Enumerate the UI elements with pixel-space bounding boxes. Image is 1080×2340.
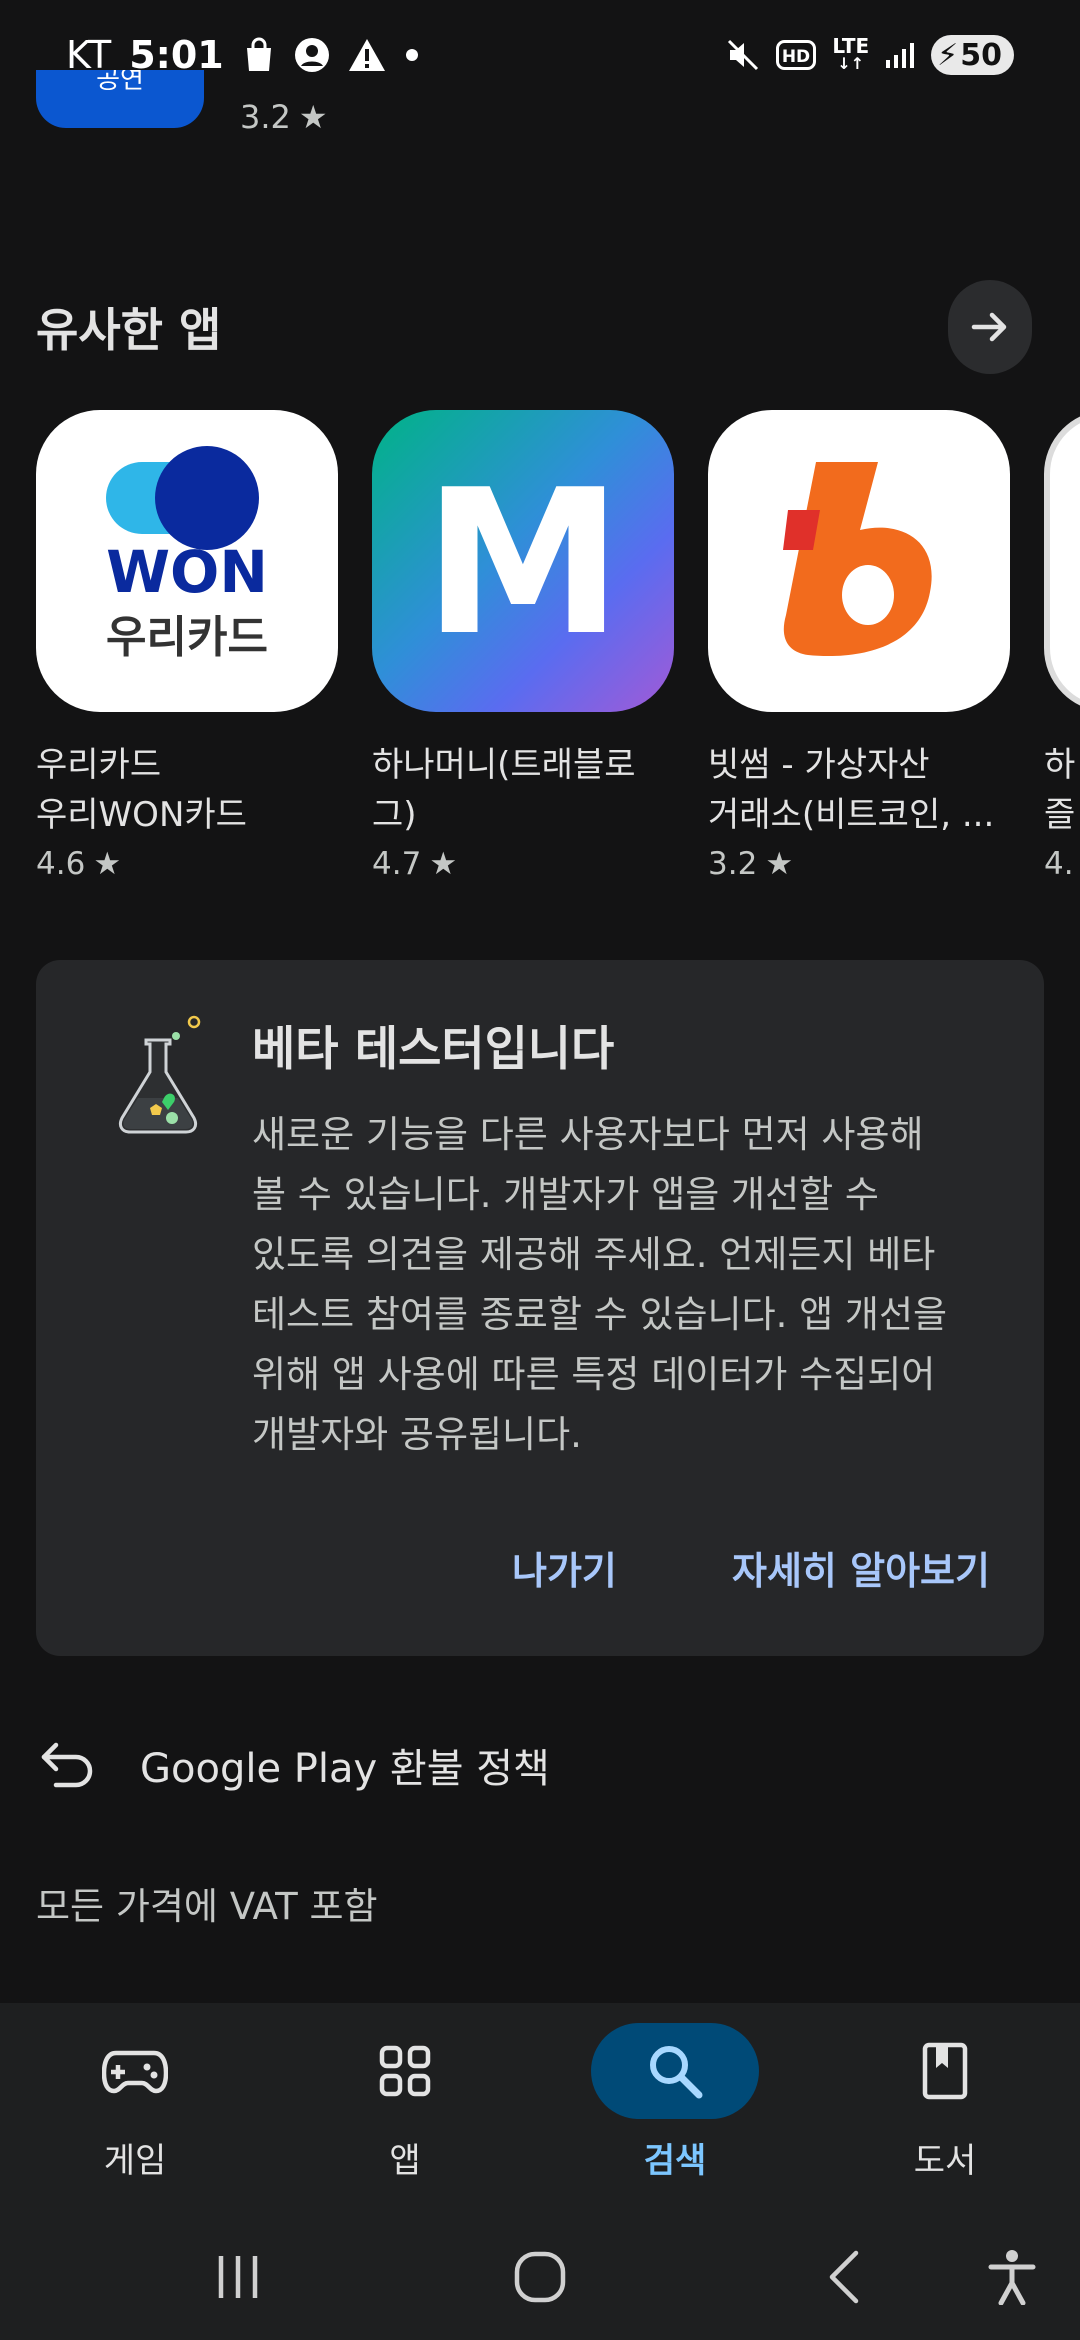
accessibility-button[interactable] [942,2213,1080,2340]
hd-label: HD [782,47,810,67]
more-apps-button[interactable] [948,280,1032,374]
lte-icon: LTE ↓↑ [832,34,870,73]
app-name: 하 즐 [1044,745,1076,835]
nav-label-books: 도서 [913,2141,977,2181]
vat-notice: 모든 가격에 VAT 포함 [36,1885,378,1928]
rating-value: 3.2 [708,846,758,882]
refund-policy-label: Google Play 환불 정책 [140,1746,550,1792]
mute-icon [726,38,760,72]
rating-value: 3.2 [240,98,291,136]
star-icon: ★ [93,846,122,882]
back-icon [829,2250,859,2303]
beta-description: 새로운 기능을 다른 사용자보다 먼저 사용해 볼 수 있습니다. 개발자가 앱… [252,1113,948,1456]
nav-item-books[interactable]: 도서 [810,2003,1080,2213]
partial-app-icon [1044,410,1080,712]
leave-beta-button[interactable]: 나가기 [512,1540,617,1595]
lte-label: LTE [832,34,870,58]
accessibility-icon [988,2249,1036,2305]
app-card-woori[interactable]: WON 우리카드 우리카드 우리WON카드 4.6 ★ [36,410,338,882]
recent-apps-icon [218,2255,258,2298]
beta-title: 베타 테스터입니다 [252,1022,615,1077]
star-icon: ★ [765,846,794,882]
home-icon [514,2251,566,2302]
rating-value: 4. [1044,846,1074,882]
app-name: 우리카드 우리WON카드 [36,745,247,835]
flask-icon [98,1010,218,1140]
hana-money-icon: M [372,410,674,712]
nav-item-search[interactable]: 검색 [540,2003,810,2213]
hana-icon-letter: M [423,447,622,680]
beta-tester-card: 베타 테스터입니다 새로운 기능을 다른 사용자보다 먼저 사용해 볼 수 있습… [36,960,1044,1656]
bottom-navigation: 게임 앱 검색 도서 [0,2003,1080,2213]
app-name: 빗썸 - 가상자산 거래소(비트코인, ... [708,745,995,835]
apps-grid-icon [321,2023,489,2119]
bithumb-icon [708,410,1010,712]
rating-value: 4.6 [36,846,86,882]
app-rating: 4.7 ★ [372,846,674,882]
similar-apps-row: WON 우리카드 우리카드 우리WON카드 4.6 ★ M 하나머니(트래블로 … [36,410,1080,900]
partial-app-item[interactable]: 공연 3.2 ★ [36,70,436,140]
partial-app-rating: 3.2 ★ [240,98,328,136]
star-icon: ★ [298,98,328,136]
arrow-right-icon [971,312,1007,342]
nav-item-games[interactable]: 게임 [0,2003,270,2213]
hd-icon: HD [776,40,817,70]
section-title: 유사한 앱 [36,303,222,357]
app-name: 하나머니(트래블로 그) [372,745,636,835]
nav-label-search: 검색 [643,2141,707,2181]
back-button[interactable] [774,2213,914,2340]
app-rating: 3.2 ★ [708,846,1010,882]
charging-bolt-icon: ⚡ [937,37,959,73]
star-icon: ★ [429,846,458,882]
battery-indicator: ⚡ 50 [931,35,1014,75]
app-card-hana[interactable]: M 하나머니(트래블로 그) 4.7 ★ [372,410,674,882]
home-button[interactable] [470,2213,610,2340]
nav-label-apps: 앱 [389,2141,421,2181]
partial-app-button[interactable]: 공연 [36,70,204,128]
recent-apps-button[interactable] [168,2213,308,2340]
app-rating: 4.6 ★ [36,846,338,882]
signal-icon [885,40,915,70]
data-arrows-icon: ↓↑ [837,54,865,73]
learn-more-button[interactable]: 자세히 알아보기 [732,1540,990,1595]
refund-policy-link[interactable]: Google Play 환불 정책 [36,1730,550,1800]
shopping-bag-icon [242,37,276,73]
gamepad-icon [51,2023,219,2119]
nav-label-games: 게임 [103,2141,167,2181]
woori-icon-text-bottom: 우리카드 [106,612,268,663]
book-icon [861,2023,1029,2119]
undo-arrow-icon [36,1737,100,1793]
notification-dot-icon [404,47,420,63]
woori-card-icon: WON 우리카드 [36,410,338,712]
app-rating: 4. [1044,846,1080,882]
search-icon [591,2023,759,2119]
nav-item-apps[interactable]: 앱 [270,2003,540,2213]
app-card-bithumb[interactable]: 빗썸 - 가상자산 거래소(비트코인, ... 3.2 ★ [708,410,1010,882]
rating-value: 4.7 [372,846,422,882]
app-card-partial[interactable]: 하 즐 4. [1044,410,1080,882]
system-navigation-bar [0,2213,1080,2340]
account-icon [294,37,330,73]
warning-icon [348,38,386,72]
battery-level: 50 [960,37,1002,73]
woori-icon-text-top: WON [106,538,268,606]
